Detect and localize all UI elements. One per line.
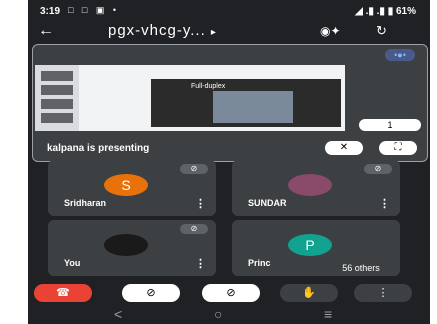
avatar: S <box>104 174 148 196</box>
clock: 3:19 <box>40 6 61 17</box>
slide-thumb <box>41 85 73 95</box>
slide-image <box>213 91 293 123</box>
avatar: P <box>288 234 332 256</box>
meeting-code[interactable]: pgx-vhcg-y... ▸ <box>108 22 217 42</box>
mic-off-icon: ⊘ <box>180 224 208 234</box>
presenter-label: kalpana is presenting <box>47 143 150 154</box>
more-options-icon[interactable]: ⋮ <box>354 284 412 302</box>
audio-output-icon[interactable]: ◉✦ <box>320 24 341 38</box>
slide-thumb <box>41 113 73 123</box>
participant-menu-icon[interactable]: ⋮ <box>195 197 206 210</box>
fullscreen-icon[interactable]: ⛶ <box>379 141 417 155</box>
slide-title: Full-duplex <box>191 83 226 90</box>
switch-camera-icon[interactable]: ↻ <box>376 23 387 39</box>
participant-tile[interactable]: ⊘ You ⋮ <box>48 220 216 276</box>
back-arrow-icon[interactable]: ← <box>38 22 54 40</box>
participant-tile[interactable]: ⊘ SUNDAR ⋮ <box>232 160 400 216</box>
avatar <box>104 234 148 256</box>
system-status: ◢ .▮ .▮ ▮ 61% <box>355 6 416 17</box>
meet-app: 3:19 □ □ ▣ • ◢ .▮ .▮ ▮ 61% ← pgx-vhcg-y.… <box>28 0 430 324</box>
participant-menu-icon[interactable]: ⋮ <box>195 257 206 270</box>
mic-off-icon[interactable]: ⊘ <box>202 284 260 302</box>
page-indicator: 1 <box>359 119 421 131</box>
participant-name: Princ <box>248 258 271 268</box>
slide-thumb <box>41 99 73 109</box>
pin-icon[interactable]: ✕ <box>325 141 363 155</box>
shared-screen: Full-duplex <box>35 65 345 131</box>
participant-name: You <box>64 258 81 268</box>
participant-tile[interactable]: ⊘ S Sridharan ⋮ <box>48 160 216 216</box>
avatar <box>288 174 332 196</box>
nav-home-icon[interactable]: ○ <box>214 306 222 322</box>
presentation-tile[interactable]: •●• Full-duplex 1 kalpana is presenting … <box>32 44 428 162</box>
raise-hand-icon[interactable]: ✋ <box>280 284 338 302</box>
nav-recents-icon[interactable]: ≡ <box>324 306 332 322</box>
participant-name: SUNDAR <box>248 198 287 208</box>
mic-off-icon: ⊘ <box>180 164 208 174</box>
top-bar: ← pgx-vhcg-y... ▸ ◉✦ ↻ <box>28 22 430 42</box>
slide-thumbnails <box>35 65 79 131</box>
others-count[interactable]: 56 others <box>326 262 396 274</box>
expand-arrow-icon: ▸ <box>210 27 217 38</box>
slide-thumb <box>41 71 73 81</box>
end-call-icon[interactable]: ☎ <box>34 284 92 302</box>
mic-off-icon: ⊘ <box>364 164 392 174</box>
status-bar: 3:19 □ □ ▣ • ◢ .▮ .▮ ▮ 61% <box>28 0 430 22</box>
slide-main: Full-duplex <box>151 79 341 127</box>
call-controls: ☎ ⊘ ⊘ ✋ ⋮ <box>28 278 430 306</box>
nav-back-icon[interactable]: < <box>114 306 122 322</box>
tile-options-icon[interactable]: •●• <box>385 49 415 61</box>
participant-name: Sridharan <box>64 198 107 208</box>
notification-icons: □ □ ▣ • <box>68 5 120 15</box>
android-nav-bar: < ○ ≡ <box>28 306 430 324</box>
camera-off-icon[interactable]: ⊘ <box>122 284 180 302</box>
participant-menu-icon[interactable]: ⋮ <box>379 197 390 210</box>
